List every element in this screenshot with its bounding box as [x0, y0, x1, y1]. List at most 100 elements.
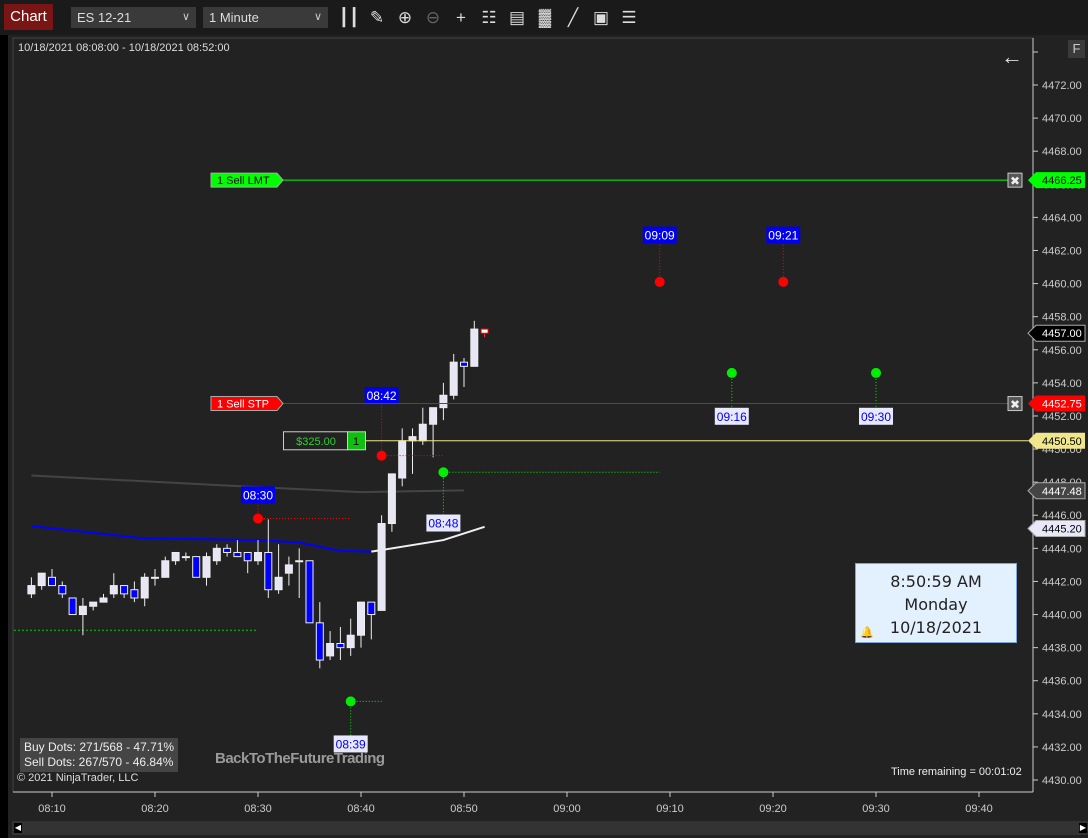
sell-dot — [376, 450, 387, 461]
candle — [346, 618, 355, 656]
time-remaining: Time remaining = 00:01:02 — [891, 766, 1022, 778]
sell-dot-label: 09:09 — [645, 229, 675, 243]
candle — [274, 544, 283, 594]
candle-body — [439, 394, 448, 409]
clock-day: Monday — [904, 595, 968, 614]
price-chart[interactable]: 4430.00 4432.00 4434.00 4436.00 4438.00 4440.… — [0, 0, 1088, 838]
candle-body — [243, 551, 252, 562]
candle — [78, 597, 87, 636]
back-arrow-icon[interactable]: ← — [1001, 44, 1023, 70]
sell-dot — [654, 276, 665, 287]
candle — [284, 556, 293, 586]
watermark: BackToTheFutureTrading — [215, 750, 385, 767]
candle — [68, 597, 77, 616]
candle-body — [48, 576, 56, 587]
sell-dot-label: 08:30 — [243, 488, 273, 502]
time-tick-label: 09:40 — [965, 803, 993, 815]
buy-dot-label: 08:48 — [428, 517, 458, 531]
candle — [140, 573, 149, 607]
candle-body — [78, 605, 87, 616]
candle-body — [89, 601, 98, 607]
bell-icon: 🔔 — [860, 626, 874, 639]
candle — [264, 519, 273, 598]
price-tick-label: 4454.00 — [1042, 378, 1082, 390]
close-icon: ✖ — [1010, 174, 1020, 188]
slow-ma-label: 4447.48 — [1042, 486, 1082, 498]
fast-ma-label: 4445.20 — [1042, 523, 1082, 535]
price-tick-label: 4442.00 — [1042, 576, 1082, 588]
candle-body — [387, 473, 396, 525]
horizontal-scrollbar[interactable]: ◀ ▶ — [12, 821, 1088, 835]
candle-body — [429, 407, 438, 425]
candle — [27, 577, 36, 598]
buy-dot — [345, 696, 356, 707]
candle-body — [254, 551, 262, 562]
candle — [120, 585, 129, 598]
price-tick-label: 4438.00 — [1042, 643, 1082, 655]
price-tick-label: 4472.00 — [1042, 80, 1082, 92]
scroll-right-icon[interactable]: ▶ — [1079, 823, 1087, 833]
candle — [254, 540, 262, 565]
price-tick-label: 4460.00 — [1042, 279, 1082, 291]
price-tick-label: 4464.00 — [1042, 212, 1082, 224]
candle — [223, 544, 232, 557]
clock-date: 10/18/2021 — [889, 618, 983, 637]
sell-dot — [778, 276, 789, 287]
time-tick-label: 08:20 — [141, 803, 169, 815]
candle-body — [305, 560, 314, 624]
price-tick-label: 4440.00 — [1042, 610, 1082, 622]
candle-body — [181, 556, 190, 559]
price-tick-label: 4470.00 — [1042, 113, 1082, 125]
candle — [181, 552, 190, 561]
candle-body — [109, 585, 118, 595]
candle — [429, 407, 438, 458]
candle — [480, 328, 489, 338]
price-tick-label: 4436.00 — [1042, 676, 1082, 688]
dot-stats: Buy Dots: 271/568 - 47.71% Sell Dots: 26… — [20, 738, 179, 772]
buy-dot — [871, 367, 881, 378]
time-tick-label: 09:20 — [759, 803, 787, 815]
time-tick-label: 08:40 — [347, 803, 375, 815]
candle — [460, 358, 468, 388]
candle-body — [264, 551, 273, 591]
position-pnl: $325.00 — [296, 436, 336, 448]
candle — [470, 320, 479, 367]
candle-body — [367, 601, 376, 616]
candle — [367, 601, 376, 640]
candle-body — [398, 440, 407, 479]
candle-body — [58, 585, 67, 595]
price-tick-label: 4430.00 — [1042, 775, 1082, 787]
candle-body — [284, 564, 293, 574]
time-tick-label: 08:30 — [244, 803, 272, 815]
candle-body — [68, 597, 77, 616]
candle — [151, 569, 159, 586]
price-tick-label: 4468.00 — [1042, 146, 1082, 158]
candle — [418, 407, 427, 445]
price-tick-label: 4434.00 — [1042, 709, 1082, 721]
candle-body — [315, 622, 324, 661]
date-range: 10/18/2021 08:08:00 - 10/18/2021 08:52:0… — [18, 42, 230, 54]
price-tick-label: 4456.00 — [1042, 345, 1082, 357]
candle-body — [480, 328, 489, 334]
buy-dots-stat: Buy Dots: 271/568 - 47.71% — [24, 740, 175, 754]
candle — [58, 581, 67, 598]
candle — [89, 601, 98, 611]
f-button[interactable]: F — [1068, 40, 1085, 58]
candle — [243, 551, 252, 574]
candle — [449, 353, 458, 400]
price-tick-label: 4444.00 — [1042, 543, 1082, 555]
candle-body — [171, 551, 180, 562]
candle — [315, 602, 324, 669]
candle-body — [346, 634, 355, 649]
candle — [408, 428, 417, 474]
candle-body — [223, 547, 232, 553]
candle-body — [449, 361, 458, 396]
candle — [130, 581, 139, 603]
candle-body — [470, 328, 479, 367]
candle-body — [233, 551, 242, 558]
candle — [202, 552, 211, 586]
candle — [439, 382, 448, 421]
scroll-left-icon[interactable]: ◀ — [14, 823, 22, 833]
candle-body — [151, 576, 159, 579]
candle — [326, 631, 335, 661]
